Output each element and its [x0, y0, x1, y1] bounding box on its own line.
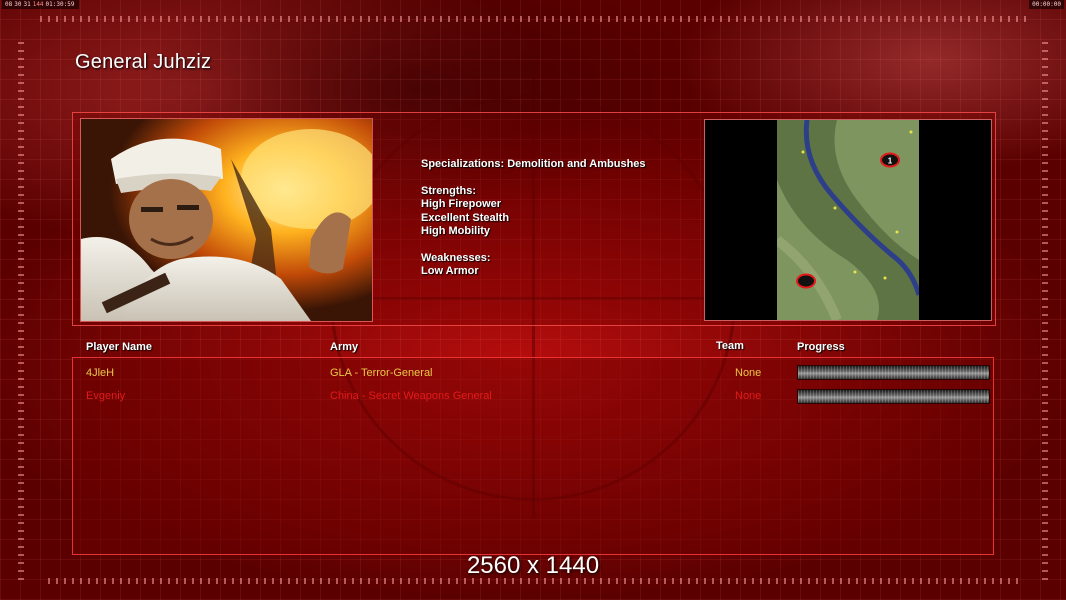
- general-name-title: General Juhziz: [75, 51, 212, 73]
- clock-segment: 31: [23, 1, 31, 8]
- start-position-label: 1: [888, 157, 893, 166]
- game-clock: 00:00:00: [1029, 0, 1064, 9]
- header-progress: Progress: [797, 341, 845, 353]
- loading-progress-bar: [797, 365, 990, 380]
- specializations-text: Specializations: Demolition and Ambushes: [421, 158, 646, 170]
- start-position-marker[interactable]: 1: [880, 152, 900, 168]
- resolution-overlay: 2560 x 1440: [466, 552, 600, 579]
- players-panel: [72, 357, 994, 555]
- general-specs: Specializations: Demolition and Ambushes…: [421, 158, 646, 279]
- header-army: Army: [330, 341, 359, 353]
- player-name: 4JleH: [86, 367, 115, 379]
- minimap: 1: [777, 120, 919, 320]
- strength-item: High Firepower: [421, 198, 502, 210]
- clock-segment: 144: [32, 1, 44, 8]
- weakness-item: Low Armor: [421, 265, 479, 277]
- strength-item: High Mobility: [421, 225, 491, 237]
- clock-segment: 08: [5, 1, 13, 8]
- weaknesses-header: Weaknesses:: [421, 251, 491, 264]
- minimap-frame: 1: [704, 119, 992, 321]
- clock-segment: 01:30:59: [45, 1, 75, 8]
- player-army: GLA - Terror-General: [330, 367, 433, 379]
- player-army: China - Secret Weapons General: [330, 390, 492, 402]
- header-player-name: Player Name: [86, 341, 153, 353]
- strength-item: Excellent Stealth: [421, 211, 510, 224]
- start-position-marker[interactable]: [796, 273, 816, 289]
- strengths-header: Strengths:: [421, 184, 476, 197]
- top-ruler: [40, 16, 1030, 22]
- loading-screen: 08 30 31 144 01:30:59 00:00:00 General Juhzi…: [0, 0, 1066, 600]
- header-team: Team: [716, 340, 744, 352]
- player-team: None: [735, 367, 762, 379]
- session-clock: 08 30 31 144 01:30:59: [2, 0, 80, 9]
- loading-progress-bar: [797, 389, 990, 404]
- player-name: Evgeniy: [86, 390, 126, 402]
- player-team: None: [735, 390, 762, 402]
- left-ruler: [18, 40, 24, 580]
- right-ruler: [1042, 40, 1048, 580]
- clock-segment: 30: [14, 1, 22, 8]
- general-portrait: [80, 118, 373, 322]
